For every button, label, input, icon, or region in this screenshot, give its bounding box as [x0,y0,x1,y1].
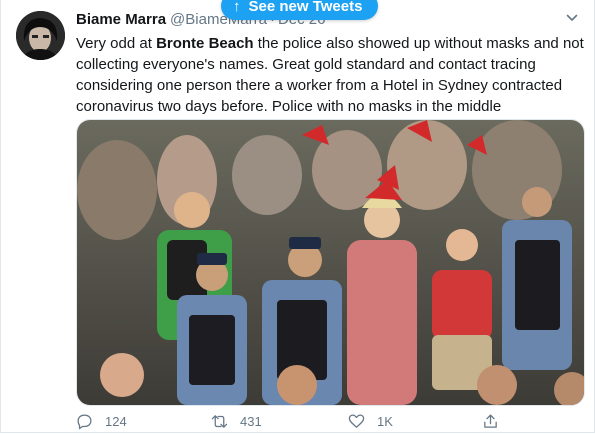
see-new-tweets-button[interactable]: ↑ See new Tweets [221,0,379,20]
tweet-text-bold: Bronte Beach [156,35,254,52]
arrow-up-icon: ↑ [233,0,241,15]
share-button[interactable] [482,413,511,430]
tweet-card[interactable]: Biame Marra@BiameMarra·Dec 26 Very odd a… [0,0,595,433]
see-new-tweets-label: See new Tweets [248,0,363,15]
author-name[interactable]: Biame Marra [76,11,166,28]
tweet-text-part: Very odd at [76,35,157,52]
retweet-icon [211,415,228,428]
chevron-down-icon[interactable] [566,12,578,24]
share-icon [484,414,497,428]
retweet-count: 431 [240,414,262,429]
tweet-actions: 124 431 1K [76,413,576,433]
heart-icon [348,414,365,428]
like-count: 1K [377,414,393,429]
avatar[interactable] [16,11,65,60]
reply-count: 124 [105,414,127,429]
tweet-text: Very odd at Bronte Beach the police also… [76,33,586,117]
tweet-photo[interactable] [76,119,585,406]
reply-icon [77,414,92,430]
retweet-button[interactable]: 431 [211,413,262,430]
avatar-image [16,11,65,60]
crowd-photo [77,120,584,405]
like-button[interactable]: 1K [348,413,393,430]
reply-button[interactable]: 124 [76,413,127,430]
